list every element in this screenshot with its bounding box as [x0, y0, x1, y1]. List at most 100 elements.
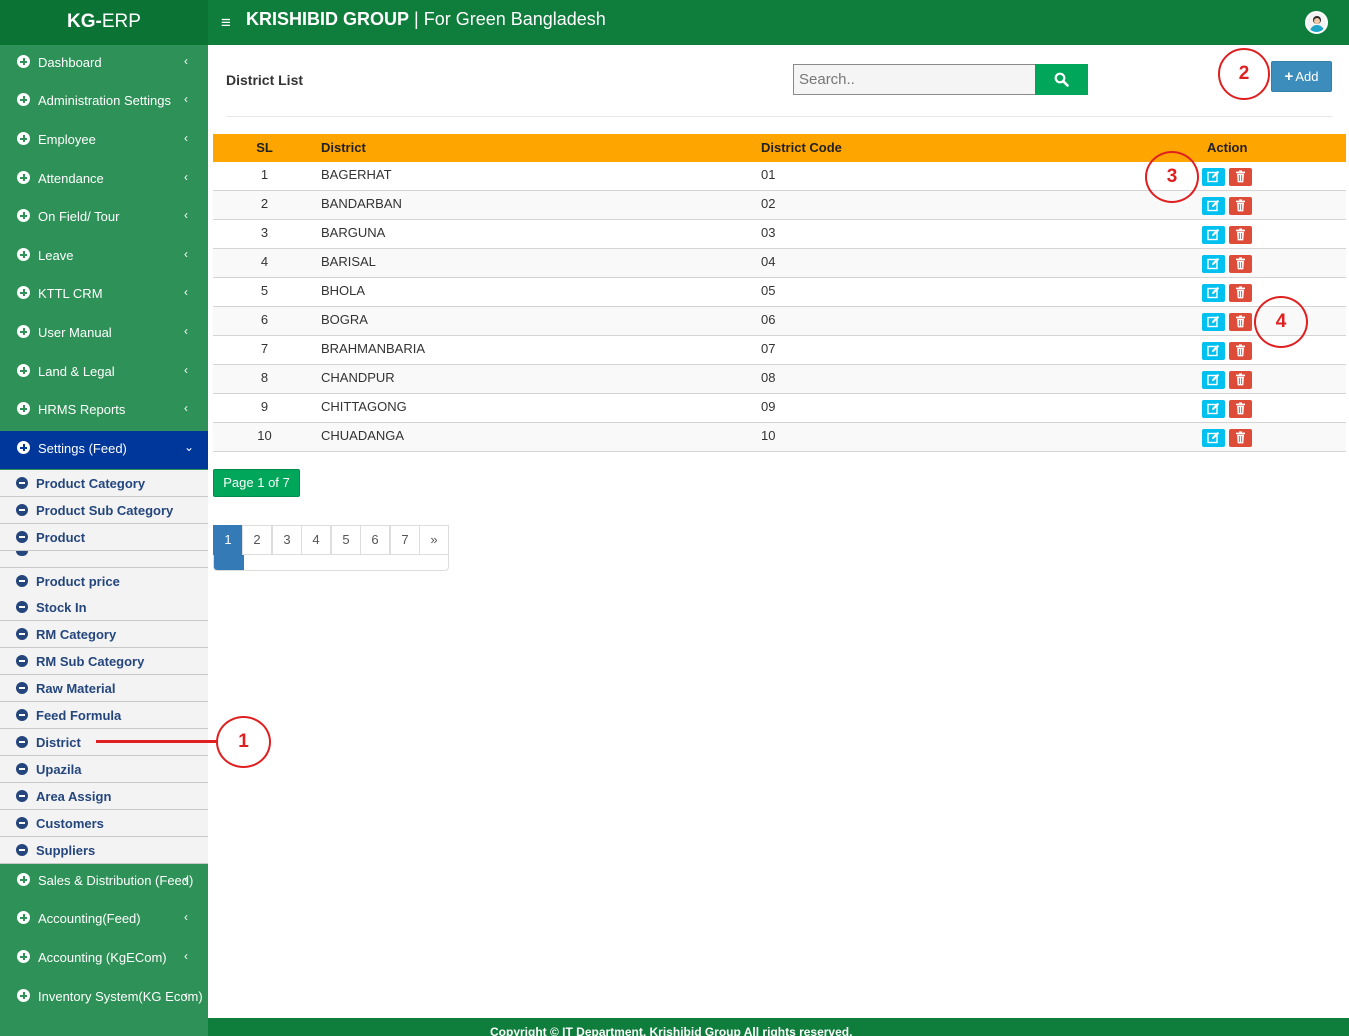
delete-button[interactable]	[1229, 429, 1252, 447]
sidebar-item-accounting-feed[interactable]: Accounting(Feed) ‹	[0, 901, 208, 939]
sidebar-item-accounting-kgecom[interactable]: Accounting (KgECom) ‹	[0, 940, 208, 978]
sidebar-item-inventory-system-kg-ecom[interactable]: Inventory System(KG Ecom) ‹	[0, 979, 208, 1017]
brand-logo[interactable]: KG-ERP	[0, 0, 208, 45]
submenu-item-label: Raw Material	[36, 681, 116, 696]
brand-rest: ERP	[101, 11, 141, 32]
delete-button[interactable]	[1229, 255, 1252, 273]
chevron-icon: ‹	[184, 247, 188, 261]
cell-sl: 8	[260, 370, 269, 385]
minus-circle-icon	[16, 790, 28, 802]
sidebar-item-employee[interactable]: Employee ‹	[0, 122, 208, 160]
submenu-item-raw-material[interactable]: Raw Material	[0, 675, 208, 702]
add-district-button[interactable]: + Add	[1271, 61, 1332, 92]
edit-button[interactable]	[1202, 313, 1225, 331]
sidebar-item-settings-feed[interactable]: Settings (Feed) ⌄	[0, 431, 208, 469]
edit-button[interactable]	[1202, 197, 1225, 215]
submenu-item-rm-sub-category[interactable]: RM Sub Category	[0, 648, 208, 675]
edit-button[interactable]	[1202, 168, 1225, 186]
company-title: KRISHIBID GROUP | For Green Bangladesh	[246, 8, 606, 30]
submenu-item-upazila[interactable]: Upazila	[0, 756, 208, 783]
submenu-item-feed-formula[interactable]: Feed Formula	[0, 702, 208, 729]
submenu-item-suppliers[interactable]: Suppliers	[0, 837, 208, 864]
sidebar-item-label: Sales & Distribution (Feed)	[38, 873, 194, 888]
sidebar-item-land-legal[interactable]: Land & Legal ‹	[0, 354, 208, 392]
submenu-item-area-assign[interactable]: Area Assign	[0, 783, 208, 810]
edit-button[interactable]	[1202, 371, 1225, 389]
delete-button[interactable]	[1229, 168, 1252, 186]
table-row: 4 BARISAL 04	[213, 249, 1346, 278]
plus-circle-icon	[17, 950, 30, 963]
edit-button[interactable]	[1202, 400, 1225, 418]
cell-district: BOGRA	[321, 312, 368, 327]
sidebar-item-user-manual[interactable]: User Manual ‹	[0, 315, 208, 353]
pagination-page-7[interactable]: 7	[390, 525, 420, 555]
submenu-item-customers[interactable]: Customers	[0, 810, 208, 837]
cell-district-code: 10	[761, 428, 776, 443]
delete-button[interactable]	[1229, 371, 1252, 389]
submenu-item-label: Product	[36, 530, 86, 545]
edit-button[interactable]	[1202, 342, 1225, 360]
edit-button[interactable]	[1202, 226, 1225, 244]
pagination-page-1[interactable]: 1	[213, 525, 243, 555]
col-sl: SL	[256, 140, 273, 155]
submenu-item-rm-category[interactable]: RM Category	[0, 621, 208, 648]
minus-circle-icon	[16, 531, 28, 543]
trash-icon	[1236, 344, 1245, 357]
submenu-item-product-category[interactable]: Product Category	[0, 470, 208, 497]
pagination-page-4[interactable]: 4	[301, 525, 331, 555]
cell-sl: 1	[260, 167, 269, 182]
sidebar-item-label: Leave	[38, 248, 74, 263]
sidebar-item-dashboard[interactable]: Dashboard ‹	[0, 45, 208, 83]
edit-icon	[1207, 402, 1220, 415]
pagination-next[interactable]: »	[419, 525, 449, 555]
sidebar-item-label: Dashboard	[38, 55, 102, 70]
delete-button[interactable]	[1229, 342, 1252, 360]
header-divider	[226, 116, 1332, 117]
sidebar-item-leave[interactable]: Leave ‹	[0, 238, 208, 276]
hamburger-icon[interactable]: ≡	[221, 14, 231, 31]
sidebar-item-sales-distribution-feed[interactable]: Sales & Distribution (Feed) ‹	[0, 863, 208, 901]
submenu-item-product[interactable]: Product	[0, 524, 208, 551]
user-avatar-icon[interactable]	[1305, 11, 1328, 34]
sidebar-item-kttl-crm[interactable]: KTTL CRM ‹	[0, 276, 208, 314]
cell-district: CHUADANGA	[321, 428, 405, 443]
pagination-page-6[interactable]: 6	[360, 525, 390, 555]
delete-button[interactable]	[1229, 400, 1252, 418]
delete-button[interactable]	[1229, 313, 1252, 331]
col-district: District	[321, 140, 366, 155]
edit-button[interactable]	[1202, 255, 1225, 273]
brand-bold: KG-	[67, 11, 102, 32]
plus-circle-icon	[17, 93, 30, 106]
sidebar-item-on-field-tour[interactable]: On Field/ Tour ‹	[0, 199, 208, 237]
sidebar-item-label: HRMS Reports	[38, 402, 126, 417]
edit-button[interactable]	[1202, 284, 1225, 302]
cell-district: BHOLA	[321, 283, 366, 298]
sidebar-item-label: Employee	[38, 132, 96, 147]
cell-district-code: 03	[761, 225, 776, 240]
delete-button[interactable]	[1229, 284, 1252, 302]
edit-button[interactable]	[1202, 429, 1225, 447]
sidebar-item-attendance[interactable]: Attendance ‹	[0, 161, 208, 199]
submenu-item-label: Product Category	[36, 476, 146, 491]
submenu-item-partial[interactable]	[0, 551, 208, 568]
submenu-item-product-sub-category[interactable]: Product Sub Category	[0, 497, 208, 524]
trash-icon	[1236, 199, 1245, 212]
plus-circle-icon	[17, 209, 30, 222]
delete-button[interactable]	[1229, 226, 1252, 244]
search-button[interactable]	[1035, 64, 1088, 95]
search-input[interactable]	[793, 64, 1036, 95]
cell-district: BAGERHAT	[321, 167, 392, 182]
trash-icon	[1236, 257, 1245, 270]
pagination-page-2[interactable]: 2	[242, 525, 272, 555]
pagination-page-3[interactable]: 3	[272, 525, 302, 555]
pagination-page-5[interactable]: 5	[331, 525, 361, 555]
minus-circle-icon	[16, 844, 28, 856]
plus-icon: +	[1284, 68, 1294, 85]
submenu-item-product-price[interactable]: Product price	[0, 568, 208, 595]
submenu-item-stock-in[interactable]: Stock In	[0, 594, 208, 621]
sidebar-item-administration-settings[interactable]: Administration Settings ‹	[0, 83, 208, 121]
cell-sl: 7	[260, 341, 269, 356]
sidebar-item-hrms-reports[interactable]: HRMS Reports ‹	[0, 392, 208, 430]
delete-button[interactable]	[1229, 197, 1252, 215]
plus-circle-icon	[17, 402, 30, 415]
